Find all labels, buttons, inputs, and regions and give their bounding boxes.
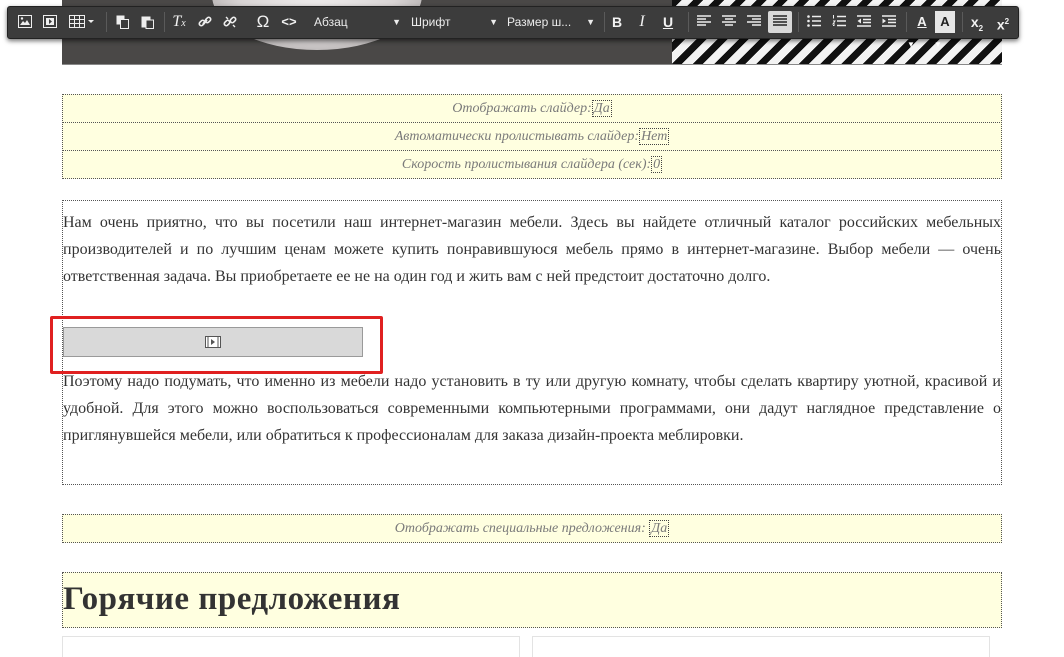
- flash-icon[interactable]: [39, 11, 61, 33]
- text-color-button[interactable]: A: [911, 11, 933, 33]
- chevron-down-icon: ▼: [489, 17, 498, 27]
- size-dropdown-label: Размер ш...: [507, 15, 572, 29]
- subscript-mark: 2: [978, 23, 984, 33]
- align-right-icon[interactable]: [743, 11, 765, 33]
- highlight-frame: [50, 316, 383, 374]
- font-dropdown[interactable]: Шрифт ▼: [408, 11, 500, 33]
- setting-autoplay-slider: Автоматически пролистывать слайдер: Нет: [62, 122, 1002, 151]
- italic-button[interactable]: I: [632, 11, 652, 33]
- table-icon[interactable]: [64, 11, 100, 33]
- align-center-icon[interactable]: [718, 11, 740, 33]
- underline-button[interactable]: U: [658, 11, 678, 33]
- setting-value[interactable]: 0: [651, 156, 663, 173]
- setting-value[interactable]: Да: [591, 100, 612, 117]
- setting-show-slider: Отображать слайдер: Да: [62, 94, 1002, 123]
- superscript-mark: 2: [1004, 17, 1010, 26]
- subscript-button[interactable]: x2: [966, 11, 988, 33]
- editor-toolbar: Tx Ω <> Абзац ▼ Шрифт ▼ Размер ш... ▼ B …: [7, 6, 1019, 39]
- special-char-icon[interactable]: Ω: [251, 11, 275, 33]
- chevron-down-icon: ▼: [392, 17, 401, 27]
- format-dropdown-label: Абзац: [314, 15, 348, 29]
- intro-paragraph[interactable]: Нам очень приятно, что вы посетили наш и…: [63, 209, 1001, 290]
- setting-show-special-offers: Отображать специальные предложения: Да: [62, 514, 1002, 543]
- setting-label: Отображать слайдер:: [452, 101, 592, 116]
- bg-color-button[interactable]: A: [935, 11, 955, 33]
- second-paragraph[interactable]: Поэтому надо подумать, что именно из меб…: [63, 368, 1001, 449]
- setting-label: Скорость пролистывания слайдера (сек):: [401, 157, 652, 172]
- subscript-letter: x: [970, 14, 979, 30]
- bold-button[interactable]: B: [607, 11, 627, 33]
- clear-format-icon[interactable]: Tx: [168, 11, 190, 33]
- bullet-list-icon[interactable]: [803, 11, 825, 33]
- superscript-letter: x: [996, 16, 1005, 33]
- chevron-down-icon: ▼: [586, 17, 595, 27]
- hot-offers-title[interactable]: Горячие предложения: [63, 581, 400, 618]
- setting-value[interactable]: Да: [649, 520, 670, 537]
- setting-slider-speed: Скорость пролистывания слайдера (сек): 0: [62, 150, 1002, 179]
- superscript-button[interactable]: x2: [992, 11, 1014, 33]
- size-dropdown[interactable]: Размер ш... ▼: [505, 11, 597, 33]
- unlink-icon[interactable]: [219, 11, 241, 33]
- source-code-icon[interactable]: <>: [278, 11, 300, 33]
- setting-label: Отображать специальные предложения:: [394, 521, 646, 536]
- numbered-list-icon[interactable]: [828, 11, 850, 33]
- copy-icon[interactable]: [111, 11, 133, 33]
- chevron-down-icon[interactable]: ▼: [907, 40, 915, 49]
- chevron-down-icon[interactable]: ▼: [934, 40, 942, 49]
- align-justify-icon[interactable]: [768, 11, 792, 33]
- setting-value[interactable]: Нет: [639, 128, 670, 145]
- link-icon[interactable]: [194, 11, 216, 33]
- product-card[interactable]: [532, 636, 990, 657]
- outdent-icon[interactable]: [853, 11, 875, 33]
- format-dropdown[interactable]: Абзац ▼: [311, 11, 403, 33]
- paste-icon[interactable]: [136, 11, 158, 33]
- image-icon[interactable]: [14, 11, 36, 33]
- hot-offers-section: Горячие предложения: [62, 572, 1002, 628]
- color-dropdown-arrows[interactable]: ▼ ▼: [907, 40, 957, 50]
- product-card[interactable]: [62, 636, 520, 657]
- setting-label: Автоматически пролистывать слайдер:: [394, 129, 640, 144]
- align-left-icon[interactable]: [693, 11, 715, 33]
- indent-icon[interactable]: [878, 11, 900, 33]
- font-dropdown-label: Шрифт: [411, 15, 451, 29]
